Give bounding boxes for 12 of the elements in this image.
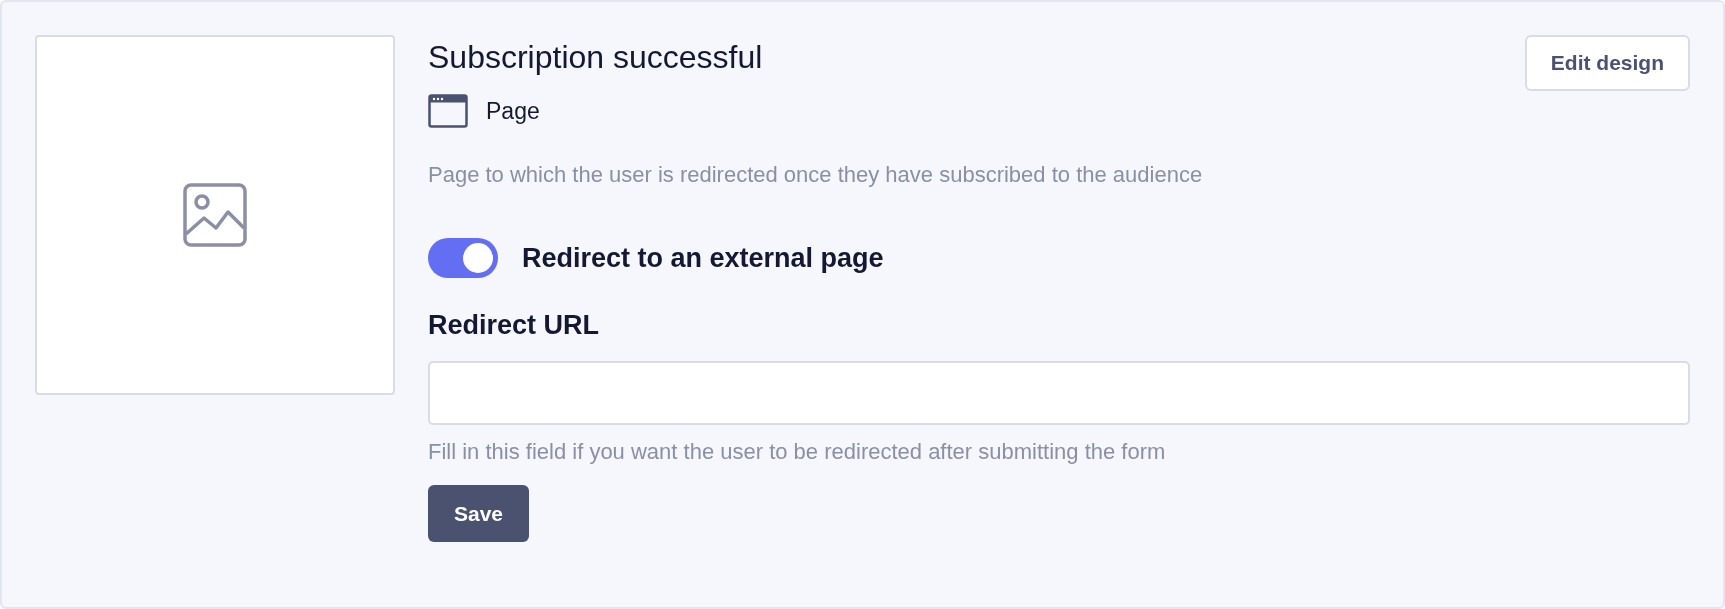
image-icon [182,182,248,248]
toggle-label: Redirect to an external page [522,242,884,274]
field-hint: Fill in this field if you want the user to be redirected after submitting the form [428,439,1167,465]
type-label: Page [486,97,540,125]
page-title: Subscription successful [428,39,763,76]
url-input-field[interactable] [428,361,1690,425]
save-button[interactable]: Save [428,485,530,542]
toggle-switch[interactable] [428,238,498,278]
description-text: Page to which the user is redirected once they have subscribed to the audience [428,162,1204,188]
edit-design-button[interactable]: Edit design [1524,35,1690,91]
browser-window-icon [428,94,468,128]
field-label: Redirect URL [428,310,601,341]
